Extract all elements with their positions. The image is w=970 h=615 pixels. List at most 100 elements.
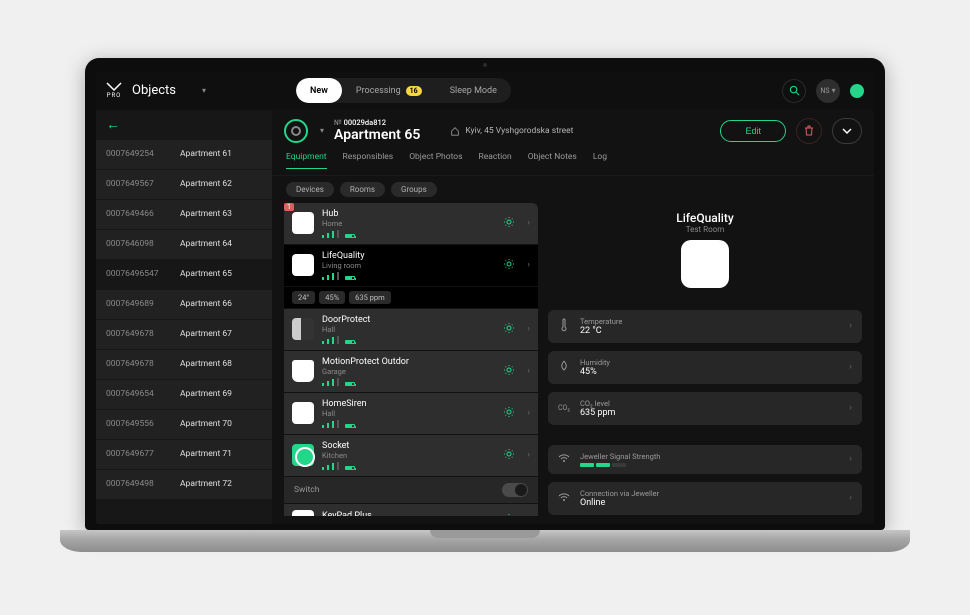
chevron-right-icon: › — [849, 493, 852, 503]
object-item[interactable]: 0007649689Apartment 66 — [96, 290, 272, 320]
laptop-frame: PRO Objects ▾ New Processing 16 Sleep Mo… — [85, 58, 885, 558]
gear-icon[interactable] — [503, 406, 515, 421]
chevron-down-icon: ▾ — [202, 86, 206, 95]
tab-new[interactable]: New — [296, 78, 342, 103]
object-item[interactable]: 0007649567Apartment 62 — [96, 170, 272, 200]
chevron-down-icon: ▾ — [832, 86, 836, 95]
detail-subtitle: Test Room — [548, 225, 862, 234]
object-sidebar: ← 0007649254Apartment 61 0007649567Apart… — [96, 110, 272, 524]
metric-connection[interactable]: Connection via JewellerOnline › — [548, 482, 862, 515]
edit-button[interactable]: Edit — [720, 120, 786, 142]
home-icon — [450, 126, 460, 136]
metric-humidity[interactable]: Humidity45% › — [548, 351, 862, 384]
device-icon — [292, 444, 314, 466]
reading-humidity: 45% — [319, 291, 345, 304]
arm-status-button[interactable] — [284, 119, 308, 143]
gear-icon[interactable] — [503, 364, 515, 379]
gear-icon[interactable] — [503, 216, 515, 231]
metric-signal[interactable]: Jeweller Signal Strength › — [548, 445, 862, 474]
object-item[interactable]: 0007649677Apartment 71 — [96, 440, 272, 470]
user-avatar[interactable]: NS ▾ — [816, 79, 840, 103]
reading-co2: 635 ppm — [349, 291, 391, 304]
tab-log[interactable]: Log — [593, 152, 607, 169]
title-block: № 00029da812 Apartment 65 — [334, 118, 420, 143]
device-item-hub[interactable]: 1 Hub Home › — [284, 203, 538, 244]
device-item-motionprotect[interactable]: MotionProtect OutdorGarage › — [284, 351, 538, 392]
app-body: ← 0007649254Apartment 61 0007649567Apart… — [96, 110, 874, 524]
filter-rooms[interactable]: Rooms — [340, 182, 385, 197]
object-item[interactable]: 0007646098Apartment 64 — [96, 230, 272, 260]
laptop-base — [60, 530, 910, 552]
search-button[interactable] — [782, 79, 806, 103]
device-item-keypad[interactable]: KeyPad PlusHall › — [284, 504, 538, 516]
chevron-right-icon: › — [527, 408, 530, 418]
object-item[interactable]: 0007649254Apartment 61 — [96, 140, 272, 170]
tab-processing[interactable]: Processing 16 — [342, 78, 436, 103]
trackpad-notch — [430, 530, 540, 538]
chevron-down-icon[interactable]: ▾ — [320, 126, 324, 135]
chevron-right-icon: › — [527, 260, 530, 270]
detail-device-image — [681, 240, 729, 288]
object-item[interactable]: 0007649678Apartment 67 — [96, 320, 272, 350]
device-item-doorprotect[interactable]: DoorProtectHall › — [284, 309, 538, 350]
gear-icon[interactable] — [503, 322, 515, 337]
brand-text: PRO — [107, 92, 122, 99]
device-icon — [292, 254, 314, 276]
main-panel: ▾ № 00029da812 Apartment 65 Kyiv, 45 Vys… — [272, 110, 874, 524]
bezel: PRO Objects ▾ New Processing 16 Sleep Mo… — [85, 58, 885, 530]
delete-button[interactable] — [796, 118, 822, 144]
trash-icon — [804, 125, 814, 136]
gear-icon[interactable] — [503, 258, 515, 273]
object-item[interactable]: 0007649556Apartment 70 — [96, 410, 272, 440]
object-item-selected[interactable]: 00076496547Apartment 65 — [96, 260, 272, 290]
back-row: ← — [96, 110, 272, 140]
device-info: LifeQuality Living room — [322, 251, 495, 280]
device-icon — [292, 318, 314, 340]
tab-equipment[interactable]: Equipment — [286, 152, 327, 169]
object-item[interactable]: 0007649466Apartment 63 — [96, 200, 272, 230]
filter-devices[interactable]: Devices — [286, 182, 334, 197]
device-item-homesiren[interactable]: HomeSirenHall › — [284, 393, 538, 434]
device-icon — [292, 510, 314, 516]
metric-co2[interactable]: CO₂ CO₂ level635 ppm › — [548, 392, 862, 425]
object-header: ▾ № 00029da812 Apartment 65 Kyiv, 45 Vys… — [272, 110, 874, 152]
object-item[interactable]: 0007649678Apartment 68 — [96, 350, 272, 380]
back-arrow-icon[interactable]: ← — [106, 116, 120, 133]
chevron-right-icon: › — [527, 366, 530, 376]
content-area: 1 Hub Home › — [272, 203, 874, 524]
device-item-lifequality[interactable]: LifeQuality Living room › — [284, 245, 538, 286]
device-icon — [292, 402, 314, 424]
signal-icon — [558, 492, 572, 505]
tab-sleep[interactable]: Sleep Mode — [436, 78, 511, 103]
gear-icon[interactable] — [503, 513, 515, 516]
object-number: № 00029da812 — [334, 118, 420, 127]
expand-button[interactable] — [832, 118, 862, 144]
tab-object-notes[interactable]: Object Notes — [528, 152, 577, 169]
top-bar: PRO Objects ▾ New Processing 16 Sleep Mo… — [96, 72, 874, 110]
humidity-icon — [558, 360, 572, 375]
section-label: Objects — [132, 83, 176, 98]
device-icon — [292, 212, 314, 234]
detail-header: LifeQuality Test Room — [548, 203, 862, 302]
chevron-down-icon — [841, 127, 853, 135]
switch-group-header: Switch — [284, 477, 538, 503]
gear-icon[interactable] — [503, 448, 515, 463]
thermometer-icon — [558, 318, 572, 335]
device-item-socket[interactable]: SocketKitchen › — [284, 435, 538, 476]
switch-toggle[interactable] — [502, 483, 528, 497]
object-item[interactable]: 0007649498Apartment 72 — [96, 470, 272, 500]
section-dropdown[interactable]: Objects ▾ — [132, 83, 206, 98]
filter-groups[interactable]: Groups — [391, 182, 437, 197]
shield-icon — [106, 82, 122, 91]
device-icon — [292, 360, 314, 382]
status-indicator[interactable] — [850, 84, 864, 98]
tab-responsibles[interactable]: Responsibles — [343, 152, 394, 169]
metric-temperature[interactable]: Temperature22 °C › — [548, 310, 862, 343]
tab-reaction[interactable]: Reaction — [479, 152, 512, 169]
chevron-right-icon: › — [849, 454, 852, 464]
object-item[interactable]: 0007649654Apartment 69 — [96, 380, 272, 410]
alert-badge: 1 — [284, 203, 294, 211]
tab-object-photos[interactable]: Object Photos — [409, 152, 462, 169]
detail-title: LifeQuality — [548, 211, 862, 225]
chevron-right-icon: › — [527, 324, 530, 334]
